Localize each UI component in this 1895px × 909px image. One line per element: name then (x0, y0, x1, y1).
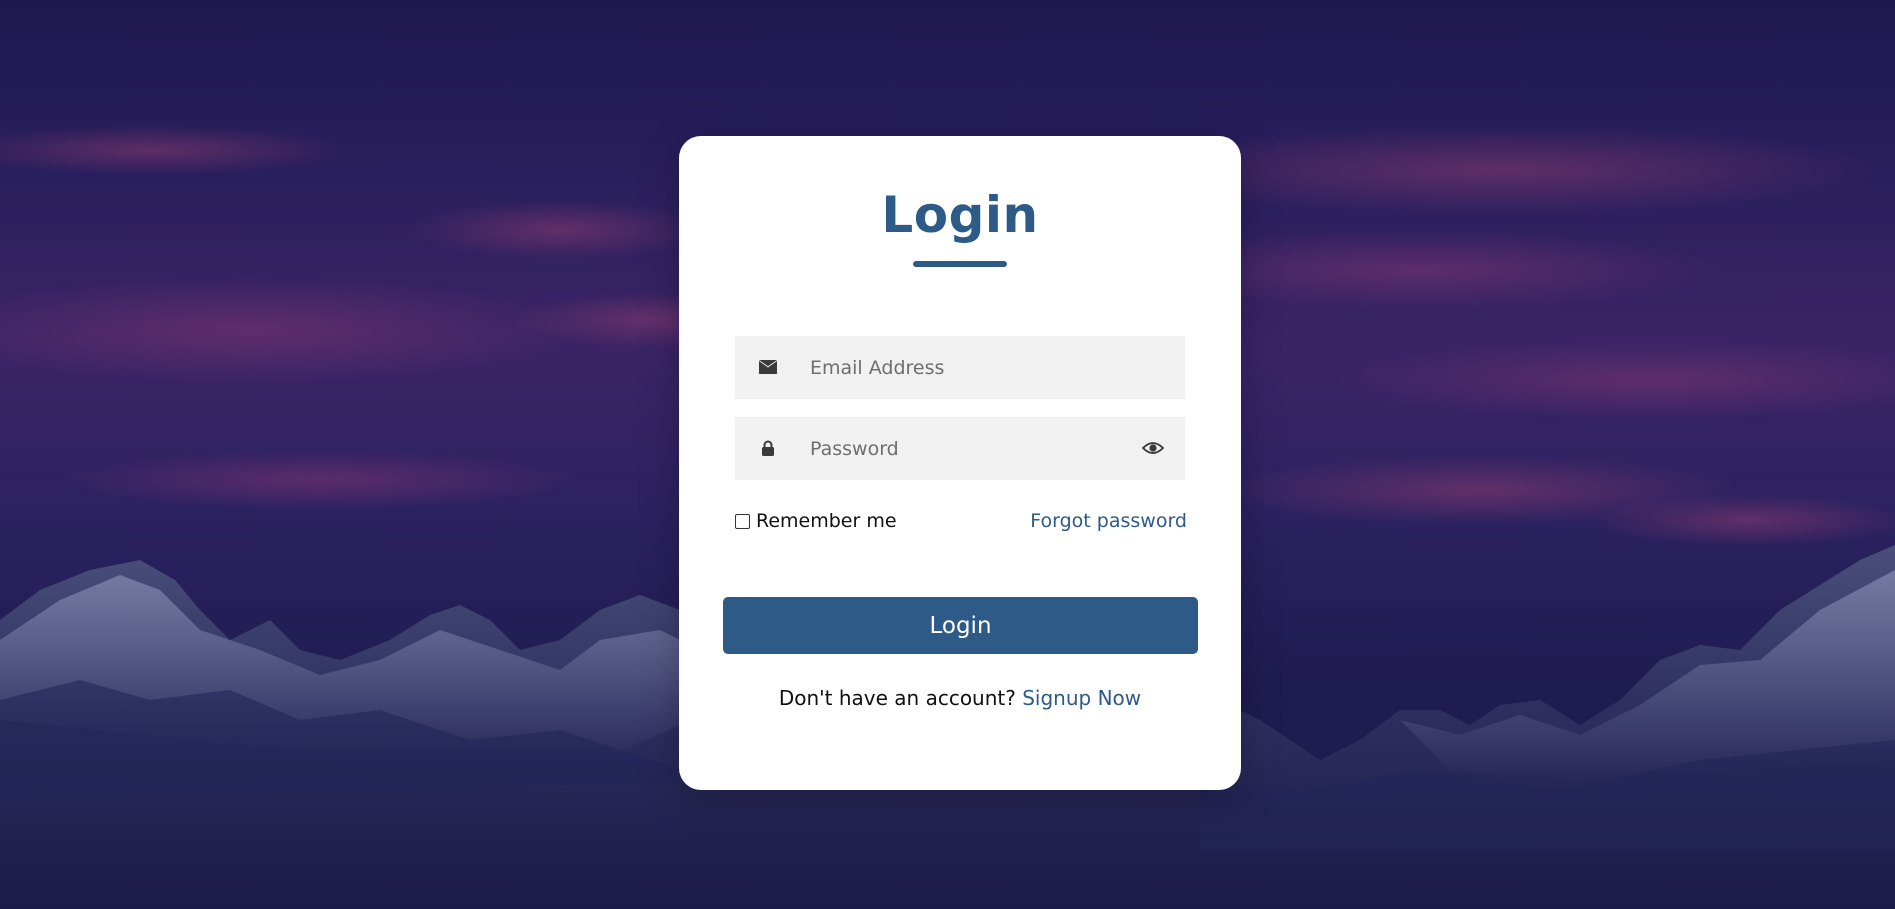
eye-icon[interactable] (1141, 437, 1165, 459)
email-input[interactable] (810, 336, 1140, 399)
password-field[interactable] (735, 417, 1185, 480)
signup-now-link[interactable]: Signup Now (1022, 686, 1141, 710)
envelope-icon (757, 356, 779, 378)
remember-me[interactable]: Remember me (735, 510, 897, 532)
password-input[interactable] (810, 417, 1140, 480)
signup-prompt-line: Don't have an account? Signup Now (679, 686, 1241, 710)
remember-me-label: Remember me (756, 510, 897, 532)
forgot-password-link[interactable]: Forgot password (1030, 510, 1187, 532)
remember-me-checkbox[interactable] (735, 513, 750, 529)
signup-prompt-text: Don't have an account? (778, 686, 1023, 710)
email-field[interactable] (735, 336, 1185, 399)
login-card: Login Remember me (679, 136, 1241, 790)
lock-icon (757, 437, 779, 459)
login-options: Remember me Forgot password (735, 506, 1187, 536)
login-title: Login (881, 186, 1039, 244)
login-button[interactable]: Login (723, 597, 1198, 654)
title-underline (913, 261, 1007, 267)
